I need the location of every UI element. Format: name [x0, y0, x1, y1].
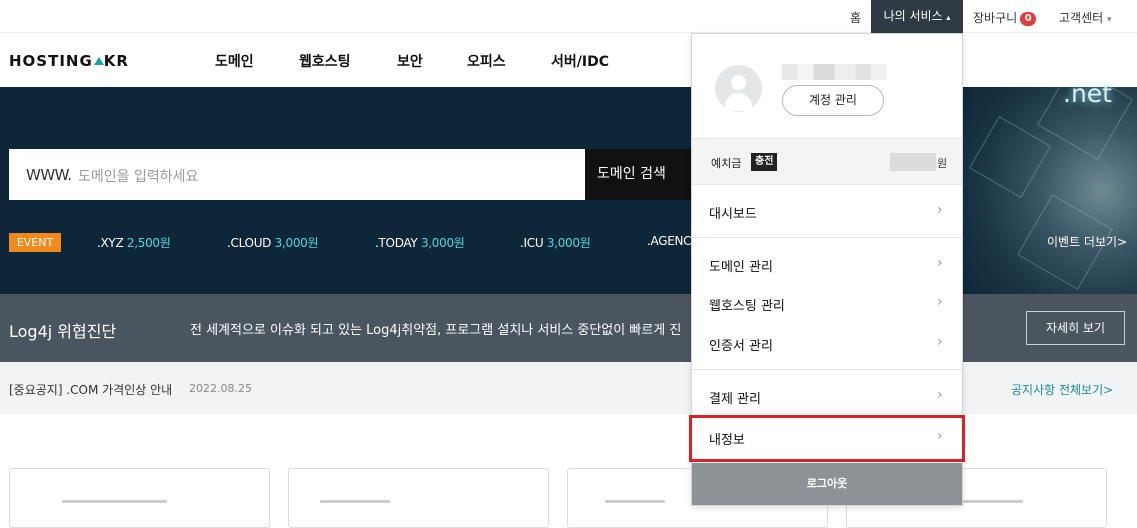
menu-item-dashboard[interactable]: 대시보드 › — [692, 192, 962, 230]
service-card[interactable] — [9, 468, 270, 528]
log4j-more-button[interactable]: 자세히 보기 — [1026, 311, 1125, 345]
nav-webhosting[interactable]: 웹호스팅 — [299, 51, 351, 71]
tld-price-xyz[interactable]: .XYZ 2,500원 — [97, 234, 171, 251]
menu-item-label: 대시보드 — [709, 207, 757, 222]
hex-decoration — [969, 116, 1051, 198]
log4j-title: Log4j 위협진단 — [9, 322, 117, 341]
caret-down-icon: ▾ — [1107, 15, 1112, 25]
menu-item-label: 도메인 관리 — [709, 260, 773, 275]
tld-name: .CLOUD — [227, 236, 272, 250]
tld-price: 2,500원 — [126, 236, 171, 250]
net-banner-text: .net — [1063, 79, 1112, 108]
log4j-description: 전 세계적으로 이슈화 되고 있는 Log4j취약점, 프로그램 설치나 서비스… — [190, 323, 682, 338]
deposit-label: 예치금 — [711, 157, 742, 170]
net-banner-image[interactable] — [960, 87, 1137, 294]
domain-search-input[interactable]: 도메인을 입력하세요 — [78, 166, 198, 186]
menu-item-payment-manage[interactable]: 결제 관리 › — [692, 377, 962, 415]
menu-item-certificate-manage[interactable]: 인증서 관리 › — [692, 324, 962, 362]
home-link[interactable]: 홈 — [850, 9, 861, 26]
tld-price-today[interactable]: .TODAY 3,000원 — [375, 234, 465, 251]
deposit-row: 예치금 충전 원 — [692, 138, 962, 185]
menu-item-webhosting-manage[interactable]: 웹호스팅 관리 › — [692, 284, 962, 322]
chevron-right-icon: › — [937, 294, 943, 310]
logout-button[interactable]: 로그아웃 — [692, 463, 962, 505]
notice-view-all-link[interactable]: 공지사항 전체보기> — [1011, 381, 1113, 398]
notice-link[interactable]: [중요공지] .COM 가격인상 안내 — [9, 381, 172, 398]
card-text-cutoff — [605, 500, 665, 503]
tld-name: .AGENC — [647, 234, 692, 248]
user-avatar-icon — [715, 65, 762, 112]
log4j-banner: Log4j 위협진단 전 세계적으로 이슈화 되고 있는 Log4j취약점, 프… — [0, 294, 1137, 362]
notice-date: 2022.08.25 — [189, 382, 252, 395]
charge-button[interactable]: 충전 — [751, 153, 778, 171]
menu-item-label: 인증서 관리 — [709, 339, 773, 354]
hero-banner: WWW. 도메인을 입력하세요 도메인 검색 EVENT .XYZ 2,500원… — [0, 87, 1137, 294]
top-utility-bar: 홈 나의 서비스 ▴ 장바구니 0 고객센터 ▾ — [0, 0, 1137, 33]
cart-count-badge: 0 — [1020, 12, 1037, 26]
deposit-currency: 원 — [937, 157, 948, 170]
tld-price-icu[interactable]: .ICU 3,000원 — [520, 234, 591, 251]
menu-item-label: 결제 관리 — [709, 392, 761, 407]
nav-server-idc[interactable]: 서버/IDC — [551, 51, 609, 71]
tld-price: 3,000원 — [546, 236, 591, 250]
domain-search-box[interactable]: WWW. 도메인을 입력하세요 — [9, 149, 585, 200]
nav-domain[interactable]: 도메인 — [215, 51, 254, 71]
menu-item-domain-manage[interactable]: 도메인 관리 › — [692, 245, 962, 283]
support-label: 고객센터 — [1059, 11, 1104, 25]
service-card[interactable] — [288, 468, 549, 528]
tld-price-cloud[interactable]: .CLOUD 3,000원 — [227, 234, 319, 251]
card-text-cutoff — [963, 500, 1023, 503]
tld-price: 3,000원 — [420, 236, 465, 250]
www-prefix: WWW. — [26, 166, 72, 184]
event-more-link[interactable]: 이벤트 더보기> — [1047, 233, 1127, 250]
domain-search-button[interactable]: 도메인 검색 — [585, 149, 695, 200]
my-info-highlight-box — [689, 415, 965, 462]
hosting-kr-logo[interactable]: HOSTING KR — [9, 52, 129, 70]
caret-up-icon: ▴ — [946, 13, 951, 22]
my-service-label: 나의 서비스 — [883, 9, 943, 23]
nav-office[interactable]: 오피스 — [467, 51, 506, 71]
logo-triangle-icon — [93, 57, 104, 65]
nav-security[interactable]: 보안 — [397, 51, 423, 71]
logo-text-right: KR — [103, 52, 129, 70]
tld-name: .XYZ — [97, 236, 124, 250]
tld-name: .ICU — [520, 236, 544, 250]
support-menu[interactable]: 고객센터 ▾ — [1059, 9, 1112, 26]
account-manage-button[interactable]: 계정 관리 — [782, 85, 884, 116]
chevron-right-icon: › — [937, 387, 943, 403]
card-text-cutoff — [320, 500, 390, 503]
user-name-redacted — [782, 64, 887, 80]
event-badge: EVENT — [9, 233, 61, 252]
deposit-amount-redacted — [890, 153, 936, 171]
notice-bar: [중요공지] .COM 가격인상 안내 2022.08.25 공지사항 전체보기… — [0, 362, 1137, 414]
cart-link[interactable]: 장바구니 0 — [973, 9, 1037, 26]
card-text-cutoff — [62, 500, 167, 503]
chevron-right-icon: › — [937, 334, 943, 350]
tld-name: .TODAY — [375, 236, 418, 250]
chevron-right-icon: › — [937, 255, 943, 271]
chevron-right-icon: › — [937, 202, 943, 218]
menu-divider — [692, 369, 962, 370]
menu-divider — [692, 237, 962, 238]
logo-text-left: HOSTING — [9, 52, 93, 70]
my-service-menu[interactable]: 나의 서비스 ▴ — [871, 0, 963, 33]
tld-price-agency[interactable]: .AGENC — [647, 234, 692, 248]
tld-price: 3,000원 — [274, 236, 319, 250]
cart-label: 장바구니 — [973, 11, 1018, 25]
menu-item-label: 웹호스팅 관리 — [709, 299, 785, 314]
